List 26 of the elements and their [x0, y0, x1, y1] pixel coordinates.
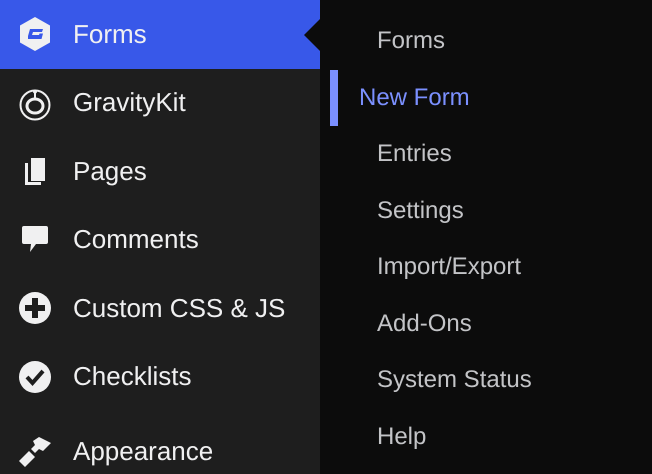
menu-label: Pages — [73, 156, 147, 187]
menu-item[interactable]: Appearance — [0, 427, 320, 474]
menu-item[interactable]: Pages — [0, 137, 320, 206]
pointer-notch — [304, 19, 320, 51]
submenu-item[interactable]: Add-Ons — [330, 296, 480, 352]
submenu-item[interactable]: Entries — [330, 126, 460, 182]
menu-label: Comments — [73, 224, 199, 256]
submenu-item[interactable]: New Form — [330, 70, 478, 126]
menu-item[interactable]: Forms — [0, 0, 320, 68]
hexagon-logo-icon — [17, 16, 53, 52]
menu-label: Forms — [73, 18, 147, 50]
submenu-item[interactable]: System Status — [330, 352, 540, 408]
menu-label: Appearance — [73, 436, 214, 466]
submenu-item[interactable]: Forms — [330, 13, 453, 70]
menu-item[interactable]: Custom CSS & JS — [0, 274, 320, 342]
menu-item[interactable]: Checklists — [0, 342, 320, 411]
menu-item[interactable]: GravityKit — [0, 68, 320, 137]
submenu-item[interactable]: Import/Export — [330, 239, 530, 296]
menu-label: Custom CSS & JS — [73, 292, 286, 324]
check-circle-icon — [17, 358, 53, 395]
menu-label: Checklists — [73, 361, 192, 392]
menu-item[interactable]: Comments — [0, 206, 320, 274]
plus-circle-icon — [17, 290, 53, 326]
menu-label: GravityKit — [73, 87, 186, 118]
submenu-item[interactable]: Settings — [330, 182, 472, 239]
submenu-item[interactable]: Help — [330, 408, 434, 465]
